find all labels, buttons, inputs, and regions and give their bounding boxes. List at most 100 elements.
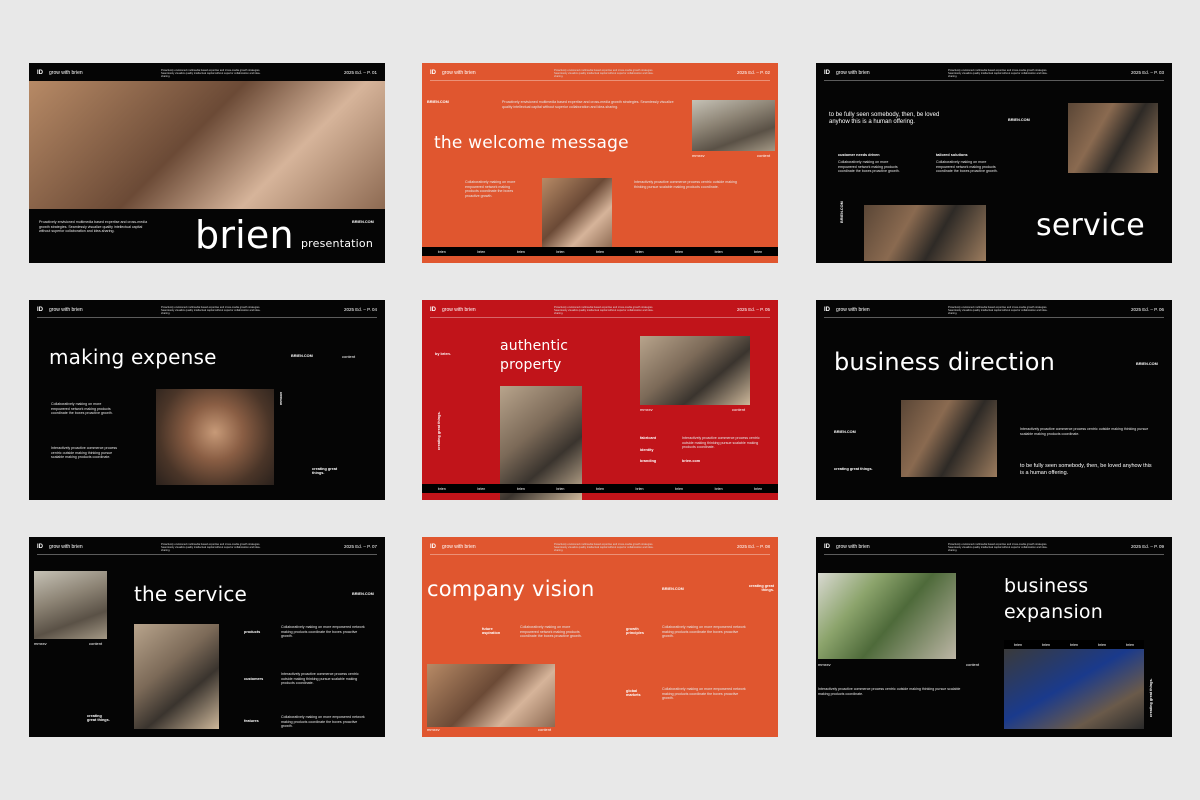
row-text-1: Collaboratively making on more empowered… [281, 625, 365, 639]
header-text: Proactively envisioned multimedia based … [554, 543, 654, 553]
content-label: content [732, 407, 746, 412]
header-text: Proactively envisioned multimedia based … [948, 543, 1048, 553]
team-photo-tall [500, 386, 582, 500]
body-text: Interactively proactive commerce process… [682, 436, 760, 450]
meeting-photo [34, 571, 107, 639]
brand-label: BRIEN.COM [352, 220, 374, 224]
content-label: content [342, 354, 356, 359]
slide-01[interactable]: ID grow with brien Proactively envisioned… [29, 63, 385, 263]
row-label-3: branding [640, 459, 657, 463]
slide-title-line2: expansion [1004, 601, 1103, 623]
mmxxv-label: mmxxv [34, 641, 47, 646]
brand-strip: brien brien brien brien brien [1004, 640, 1144, 649]
column-text-2: Collaboratively making on more empowered… [936, 160, 998, 174]
slide-title: making expense [49, 345, 217, 369]
slide-header-logo: ID grow with brien [37, 544, 83, 550]
header-text: Proactively envisioned multimedia based … [161, 543, 261, 553]
brand-strip: brien brien brien brien brien brien brien brien… [422, 484, 778, 493]
brand-label: BRIEN.COM [662, 587, 684, 591]
slide-header-logo: ID grow with brien [37, 70, 83, 76]
text-global: Collaboratively making on more empowered… [662, 687, 746, 701]
label-growth: growth principles [626, 627, 644, 635]
brand-label: BRIEN.COM [352, 592, 374, 596]
meeting-photo [692, 100, 775, 151]
slide-header-logo: ID grow with brien [824, 70, 870, 76]
team-photo [542, 178, 612, 248]
row-text-3: Collaboratively making on more empowered… [281, 715, 365, 729]
slide-header-logo: ID grow with brien [430, 544, 476, 550]
team-photo [640, 336, 750, 405]
slide-subtitle: presentation [301, 237, 374, 250]
slide-06[interactable]: ID grow with brien Proactively envisioned… [816, 300, 1172, 500]
page-number: 2025 Ed. – P. 06 [1131, 307, 1164, 312]
row-label-3: features [244, 719, 259, 723]
vertical-creating: creating great things. [437, 411, 441, 450]
column-text-1: Collaboratively making on more empowered… [838, 160, 900, 174]
page-number: 2025 Ed. – P. 02 [737, 70, 770, 75]
mmxxv-label: mmxxv [692, 153, 705, 158]
header-text: Proactively envisioned multimedia based … [161, 306, 261, 316]
quote: to be fully seen somebody, then, be love… [1020, 463, 1152, 476]
slide-header-logo: ID grow with brien [824, 307, 870, 313]
text-future: Collaboratively making on more empowered… [520, 625, 582, 639]
slide-title: company vision [427, 577, 595, 601]
body-text-right: Interactively proactive commerce process… [634, 180, 737, 189]
content-label: content [538, 727, 552, 732]
slide-header-logo: ID grow with brien [430, 70, 476, 76]
slide-header-logo: ID grow with brien [430, 307, 476, 313]
slide-02[interactable]: ID grow with brien Proactively envisioned… [422, 63, 778, 263]
row-label-1: fabricant [640, 436, 657, 440]
brand-strip: brien brien brien brien brien brien brien brien… [422, 247, 778, 256]
slide-title: business direction [834, 348, 1056, 376]
brand-label: BRIEN.COM [1136, 362, 1158, 366]
handshake-photo [427, 664, 555, 727]
body-text-1: Collaboratively making on more empowered… [51, 402, 113, 416]
slide-title-line1: authentic [500, 338, 569, 354]
page-number: 2025 Ed. – P. 01 [344, 70, 377, 75]
creating-tagline: creating great things. [748, 584, 774, 592]
brand-label: BRIEN.COM [1008, 118, 1030, 122]
creating-tagline: creating great things. [834, 467, 873, 471]
column-heading-1: customer needs driven [838, 153, 880, 157]
body-text-left: Collaboratively making on more empowered… [465, 180, 516, 198]
page-number: 2025 Ed. – P. 08 [737, 544, 770, 549]
label-future: future aspiration [482, 627, 501, 635]
creating-tagline: creating great things. [87, 714, 110, 722]
slide-04[interactable]: ID grow with brien Proactively envisioned… [29, 300, 385, 500]
row-label-1: products [244, 630, 261, 634]
body-text: Interactively proactive commerce process… [818, 687, 961, 696]
column-heading-2: tailored solutions [936, 153, 968, 157]
body-text: Interactively proactive commerce process… [1020, 427, 1149, 436]
team-photo [134, 624, 219, 729]
slide-07[interactable]: ID grow with brien Proactively envisioned… [29, 537, 385, 737]
page-number: 2025 Ed. – P. 03 [1131, 70, 1164, 75]
label-global: global markets [626, 689, 641, 697]
mmxxv-label: mmxxv [427, 727, 440, 732]
content-label: content [757, 153, 771, 158]
header-text: Proactively envisioned multimedia based … [161, 69, 261, 79]
header-text: Proactively envisioned multimedia based … [554, 69, 654, 79]
row-label-2: identity [640, 448, 654, 452]
slide-03[interactable]: ID grow with brien Proactively envisioned… [816, 63, 1172, 263]
mmxxv-label: mmxxv [640, 407, 653, 412]
slide-header-logo: ID grow with brien [37, 307, 83, 313]
content-label: content [966, 662, 980, 667]
brand-label: BRIEN.COM [291, 354, 313, 358]
header-text: Proactively envisioned multimedia based … [948, 69, 1048, 79]
vertical-mmxxv: mmxxv [279, 391, 283, 405]
teamwork-hands-photo [156, 389, 274, 485]
content-label: content [89, 641, 103, 646]
vertical-brand: BRIEN.COM [840, 201, 844, 223]
body-text: Proactively envisioned multimedia based … [39, 220, 148, 234]
body-text-2: Interactively proactive commerce process… [51, 446, 118, 460]
page-number: 2025 Ed. – P. 05 [737, 307, 770, 312]
slide-05[interactable]: ID grow with brien Proactively envisioned… [422, 300, 778, 500]
slide-08[interactable]: ID grow with brien Proactively envisioned… [422, 537, 778, 737]
mmxxv-label: mmxxv [818, 662, 831, 667]
by-brien: by brien. [435, 352, 451, 356]
brand-label-2: BRIEN.COM [834, 430, 856, 434]
page-number: 2025 Ed. – P. 07 [344, 544, 377, 549]
desk-photo-wide [864, 205, 986, 261]
slide-09[interactable]: ID grow with brien Proactively envisioned… [816, 537, 1172, 737]
slide-header-logo: ID grow with brien [824, 544, 870, 550]
